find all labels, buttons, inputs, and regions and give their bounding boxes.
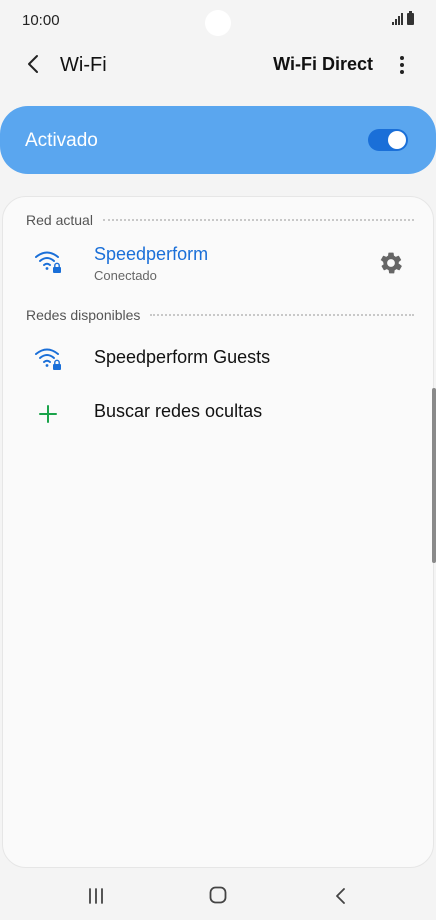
wifi-lock-icon — [35, 348, 61, 370]
current-network-section-label: Red actual — [26, 212, 93, 228]
wifi-lock-icon — [35, 251, 61, 273]
chevron-left-icon[interactable] — [22, 52, 46, 76]
current-network-header: Red actual — [26, 212, 414, 228]
current-network-name: Speedperform — [94, 244, 209, 264]
status-time: 10:00 — [22, 12, 60, 29]
navigation-bar — [0, 876, 436, 920]
section-divider — [150, 314, 414, 316]
section-divider — [102, 219, 414, 221]
gear-icon[interactable] — [378, 250, 404, 276]
status-bar: 10:00 — [0, 0, 436, 44]
more-vert-icon[interactable] — [390, 53, 414, 77]
status-icons — [392, 11, 414, 25]
battery-icon — [407, 11, 414, 25]
wifi-switch[interactable] — [368, 129, 408, 151]
network-list: Red actual Speedperform Conectado Redes … — [2, 196, 434, 868]
current-network-status: Conectado — [94, 268, 157, 283]
plus-icon — [39, 405, 57, 423]
wifi-direct-button[interactable]: Wi-Fi Direct — [273, 54, 373, 75]
signal-icon — [392, 13, 403, 25]
page-title: Wi-Fi — [60, 54, 107, 76]
available-networks-section-label: Redes disponibles — [26, 307, 141, 323]
search-hidden-networks-item[interactable]: Buscar redes ocultas — [3, 391, 435, 437]
search-hidden-networks-label: Buscar redes ocultas — [94, 401, 263, 421]
scrollbar[interactable] — [432, 388, 436, 563]
app-bar: Wi-Fi Wi-Fi Direct — [0, 44, 436, 88]
current-network-item[interactable]: Speedperform Conectado — [3, 237, 435, 291]
switch-thumb — [388, 131, 406, 149]
recent-apps-icon[interactable] — [87, 888, 105, 904]
available-network-item[interactable]: Speedperform Guests — [3, 337, 435, 383]
available-networks-header: Redes disponibles — [26, 307, 414, 323]
wifi-toggle-label: Activado — [25, 130, 98, 151]
camera-cutout — [205, 10, 231, 36]
back-icon[interactable] — [334, 887, 348, 905]
home-icon[interactable] — [209, 886, 227, 904]
wifi-toggle-card[interactable]: Activado — [0, 106, 436, 174]
available-network-name: Speedperform Guests — [94, 347, 271, 367]
